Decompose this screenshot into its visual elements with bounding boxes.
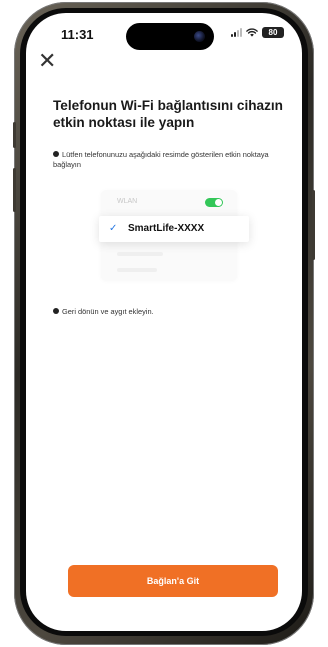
page-title: Telefonun Wi-Fi bağlantısını cihazın etk… [53,98,283,130]
go-to-connect-button[interactable]: Bağlan'a Git [68,565,278,597]
dynamic-island [126,23,214,50]
wifi-network-row: ✓ SmartLife-XXXX [99,216,249,242]
phone-screen: 11:31 80 ✕ Telefonun Wi-Fi bağlantısını … [26,13,302,631]
checkmark-icon: ✓ [109,223,118,234]
phone-side-button [13,168,16,212]
signal-icon [231,28,242,37]
network-name: SmartLife-XXXX [128,223,205,234]
toggle-switch [205,198,223,207]
battery-icon: 80 [262,27,284,38]
status-icons: 80 [231,27,284,38]
blurred-network-placeholder [117,252,163,256]
close-icon[interactable]: ✕ [38,50,56,72]
wlan-label: WLAN [117,198,138,205]
bullet-icon [53,308,59,314]
phone-side-button [312,190,315,260]
phone-side-button [13,122,16,148]
instruction-step-2: Geri dönün ve aygıt ekleyin. [53,307,154,316]
blurred-network-placeholder [117,268,157,272]
wifi-icon [246,28,258,37]
status-time: 11:31 [61,27,94,42]
wlan-illustration: WLAN ✓ SmartLife-XXXX [99,190,249,280]
camera-icon [194,31,205,42]
instruction-step-1-text: Lütfen telefonunuzu aşağıdaki resimde gö… [53,150,269,169]
bullet-icon [53,151,59,157]
instruction-step-1: Lütfen telefonunuzu aşağıdaki resimde gö… [53,150,289,170]
instruction-step-2-text: Geri dönün ve aygıt ekleyin. [62,307,154,316]
